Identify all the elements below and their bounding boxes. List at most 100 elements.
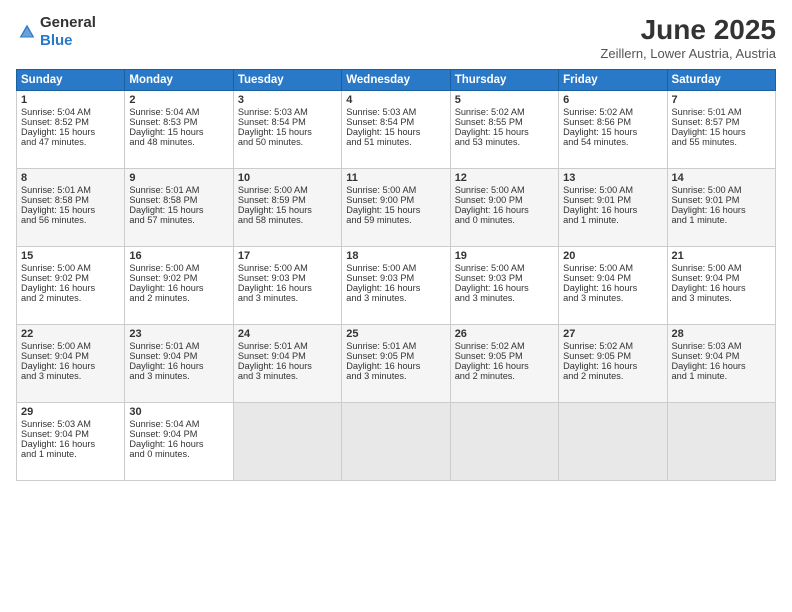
day-info-line: and 51 minutes. [346,137,445,147]
calendar-day-cell [559,403,667,481]
day-info-line: Sunset: 9:03 PM [238,273,337,283]
day-number: 23 [129,328,228,340]
day-info-line: and 55 minutes. [672,137,771,147]
day-info-line: Sunset: 9:03 PM [346,273,445,283]
calendar-day-cell [667,403,775,481]
day-info-line: Sunrise: 5:00 AM [21,341,120,351]
day-number: 26 [455,328,554,340]
calendar-day-cell [450,403,558,481]
day-info-line: Sunset: 8:53 PM [129,117,228,127]
day-info-line: Sunrise: 5:00 AM [346,185,445,195]
day-info-line: Sunset: 9:01 PM [672,195,771,205]
logo-blue: Blue [40,32,73,49]
day-info-line: Daylight: 16 hours [346,283,445,293]
day-info-line: Sunrise: 5:01 AM [238,341,337,351]
day-info-line: and 56 minutes. [21,215,120,225]
day-number: 13 [563,172,662,184]
day-number: 20 [563,250,662,262]
calendar-day-cell: 6Sunrise: 5:02 AMSunset: 8:56 PMDaylight… [559,91,667,169]
day-info-line: and 1 minute. [672,215,771,225]
day-number: 4 [346,94,445,106]
calendar-day-cell: 15Sunrise: 5:00 AMSunset: 9:02 PMDayligh… [17,247,125,325]
calendar-day-cell [342,403,450,481]
calendar-week-row: 8Sunrise: 5:01 AMSunset: 8:58 PMDaylight… [17,169,776,247]
day-info-line: Daylight: 15 hours [346,205,445,215]
day-info-line: Sunset: 8:56 PM [563,117,662,127]
day-number: 19 [455,250,554,262]
day-info-line: Daylight: 16 hours [455,361,554,371]
day-info-line: Daylight: 15 hours [238,127,337,137]
day-info-line: Sunset: 8:54 PM [238,117,337,127]
calendar-day-cell: 27Sunrise: 5:02 AMSunset: 9:05 PMDayligh… [559,325,667,403]
day-info-line: Sunrise: 5:03 AM [238,107,337,117]
calendar-day-cell: 8Sunrise: 5:01 AMSunset: 8:58 PMDaylight… [17,169,125,247]
day-info-line: and 53 minutes. [455,137,554,147]
day-info-line: Daylight: 16 hours [672,283,771,293]
calendar-day-cell: 19Sunrise: 5:00 AMSunset: 9:03 PMDayligh… [450,247,558,325]
day-info-line: Sunrise: 5:00 AM [129,263,228,273]
day-info-line: Daylight: 16 hours [563,361,662,371]
weekday-header: Monday [125,70,233,91]
day-info-line: Sunrise: 5:01 AM [21,185,120,195]
day-info-line: and 3 minutes. [21,371,120,381]
day-info-line: Daylight: 15 hours [672,127,771,137]
day-info-line: Sunset: 9:04 PM [238,351,337,361]
day-info-line: Daylight: 16 hours [346,361,445,371]
day-info-line: Sunset: 9:05 PM [346,351,445,361]
day-info-line: Daylight: 16 hours [129,361,228,371]
weekday-header: Friday [559,70,667,91]
day-info-line: Sunset: 8:58 PM [129,195,228,205]
location-title: Zeillern, Lower Austria, Austria [600,46,776,61]
day-number: 7 [672,94,771,106]
day-info-line: Daylight: 15 hours [129,205,228,215]
day-number: 17 [238,250,337,262]
day-info-line: Daylight: 15 hours [21,127,120,137]
day-info-line: Sunrise: 5:01 AM [129,185,228,195]
day-info-line: Daylight: 15 hours [129,127,228,137]
day-info-line: Sunrise: 5:02 AM [563,341,662,351]
day-info-line: Daylight: 16 hours [672,361,771,371]
day-info-line: Daylight: 16 hours [563,283,662,293]
calendar-week-row: 15Sunrise: 5:00 AMSunset: 9:02 PMDayligh… [17,247,776,325]
calendar-day-cell: 30Sunrise: 5:04 AMSunset: 9:04 PMDayligh… [125,403,233,481]
calendar-day-cell: 22Sunrise: 5:00 AMSunset: 9:04 PMDayligh… [17,325,125,403]
day-info-line: and 50 minutes. [238,137,337,147]
logo-general: General [40,14,96,31]
day-number: 30 [129,406,228,418]
day-info-line: Sunrise: 5:01 AM [346,341,445,351]
day-info-line: Sunset: 9:04 PM [21,351,120,361]
day-info-line: and 3 minutes. [346,371,445,381]
calendar-day-cell: 10Sunrise: 5:00 AMSunset: 8:59 PMDayligh… [233,169,341,247]
weekday-header: Sunday [17,70,125,91]
day-info-line: and 2 minutes. [129,293,228,303]
calendar-day-cell: 14Sunrise: 5:00 AMSunset: 9:01 PMDayligh… [667,169,775,247]
calendar-day-cell: 26Sunrise: 5:02 AMSunset: 9:05 PMDayligh… [450,325,558,403]
day-info-line: Sunrise: 5:00 AM [455,263,554,273]
month-title: June 2025 [600,14,776,46]
day-info-line: Daylight: 16 hours [21,361,120,371]
day-info-line: Daylight: 16 hours [672,205,771,215]
day-info-line: Sunrise: 5:03 AM [346,107,445,117]
calendar-day-cell: 25Sunrise: 5:01 AMSunset: 9:05 PMDayligh… [342,325,450,403]
day-info-line: and 3 minutes. [455,293,554,303]
logo-text: General Blue [40,14,96,50]
day-number: 24 [238,328,337,340]
weekday-header: Thursday [450,70,558,91]
day-info-line: and 1 minute. [672,371,771,381]
calendar-day-cell: 1Sunrise: 5:04 AMSunset: 8:52 PMDaylight… [17,91,125,169]
calendar-day-cell: 11Sunrise: 5:00 AMSunset: 9:00 PMDayligh… [342,169,450,247]
day-info-line: Daylight: 16 hours [455,205,554,215]
day-info-line: Daylight: 16 hours [563,205,662,215]
day-number: 29 [21,406,120,418]
day-info-line: and 3 minutes. [129,371,228,381]
calendar-day-cell: 18Sunrise: 5:00 AMSunset: 9:03 PMDayligh… [342,247,450,325]
day-number: 27 [563,328,662,340]
day-number: 16 [129,250,228,262]
day-info-line: Sunrise: 5:00 AM [238,263,337,273]
day-number: 12 [455,172,554,184]
day-info-line: Sunset: 8:59 PM [238,195,337,205]
day-info-line: Sunset: 9:02 PM [21,273,120,283]
calendar-day-cell: 29Sunrise: 5:03 AMSunset: 9:04 PMDayligh… [17,403,125,481]
day-info-line: Sunrise: 5:00 AM [563,185,662,195]
day-info-line: Sunrise: 5:00 AM [672,263,771,273]
